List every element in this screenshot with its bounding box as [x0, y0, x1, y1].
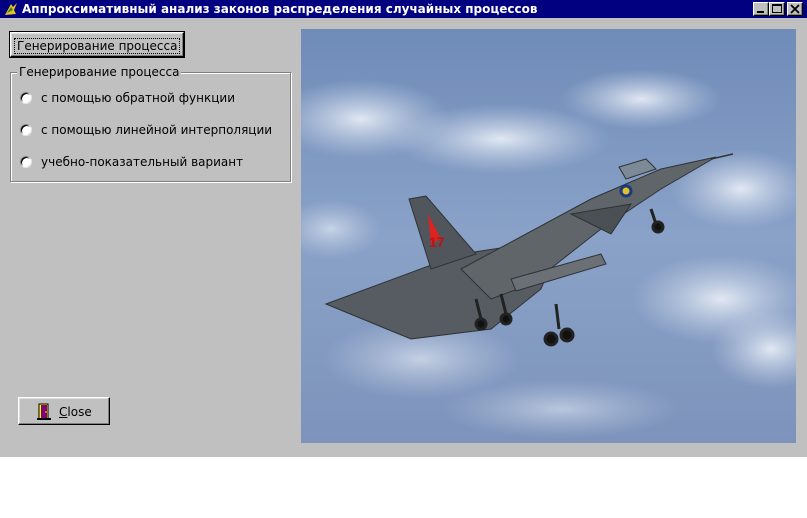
jet-photo: 17: [301, 29, 796, 443]
title-bar[interactable]: Аппроксимативный анализ законов распреде…: [0, 0, 807, 18]
close-button[interactable]: Close: [18, 397, 110, 425]
app-window: Аппроксимативный анализ законов распреде…: [0, 0, 807, 457]
minimize-button[interactable]: [753, 2, 769, 16]
close-button-label: Close: [59, 405, 92, 419]
radio-button[interactable]: [20, 92, 32, 104]
maximize-icon: [772, 4, 782, 13]
radio-button[interactable]: [20, 124, 32, 136]
radio-label: с помощью обратной функции: [41, 91, 236, 105]
generation-method-group: Генерирование процесса с помощью обратно…: [10, 65, 291, 182]
radio-button[interactable]: [20, 156, 32, 168]
generate-process-label: Генерирование процесса: [14, 38, 181, 54]
close-icon: [790, 4, 800, 14]
tail-number: 17: [429, 234, 445, 250]
group-legend: Генерирование процесса: [17, 65, 182, 79]
radio-label: учебно-показательный вариант: [41, 155, 244, 169]
maximize-button[interactable]: [769, 2, 785, 16]
window-title: Аппроксимативный анализ законов распреде…: [22, 2, 538, 16]
app-icon: [5, 3, 17, 15]
radio-label: с помощью линейной интерполяции: [41, 123, 273, 137]
minimize-icon: [757, 11, 764, 13]
close-window-button[interactable]: [787, 2, 803, 16]
exit-door-icon: [37, 403, 51, 420]
jet-image: 17: [301, 29, 796, 443]
generate-process-button[interactable]: Генерирование процесса: [9, 31, 185, 58]
close-label-rest: lose: [67, 405, 92, 419]
